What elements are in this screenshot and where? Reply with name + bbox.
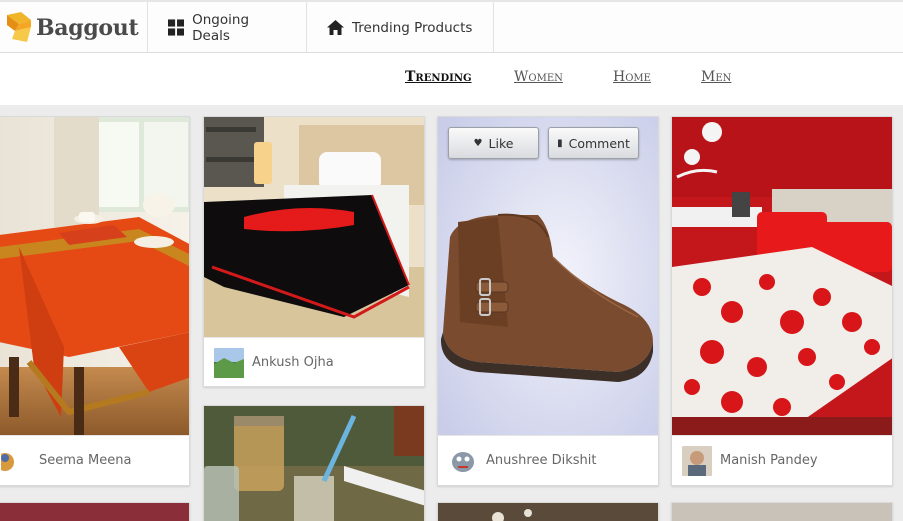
product-image[interactable] bbox=[0, 503, 189, 521]
card-owner[interactable]: Ankush Ojha bbox=[204, 337, 424, 386]
grid-icon bbox=[168, 19, 185, 36]
owner-avatar[interactable] bbox=[214, 347, 244, 378]
nav-ongoing-deals-label: Ongoing Deals bbox=[192, 11, 250, 44]
product-image[interactable] bbox=[672, 117, 892, 435]
product-image[interactable] bbox=[204, 117, 424, 337]
brand-logo[interactable]: Baggout bbox=[4, 8, 139, 48]
product-card[interactable]: Manish Pandey bbox=[671, 116, 893, 486]
owner-avatar[interactable] bbox=[682, 445, 712, 476]
owner-name[interactable]: Ankush Ojha bbox=[252, 355, 334, 370]
card-owner[interactable]: Seema Meena bbox=[0, 435, 189, 485]
category-tabs: Trending Women Home Men bbox=[0, 53, 903, 105]
product-image[interactable] bbox=[438, 117, 658, 435]
like-label: Like bbox=[488, 135, 514, 151]
card-owner[interactable]: Anushree Dikshit bbox=[438, 435, 658, 485]
tab-home[interactable]: Home bbox=[613, 69, 651, 85]
comment-button[interactable]: ▮ Comment bbox=[548, 127, 639, 159]
owner-avatar[interactable] bbox=[448, 445, 478, 476]
like-button[interactable]: ♥ Like bbox=[448, 127, 539, 159]
owner-name[interactable]: Anushree Dikshit bbox=[486, 453, 596, 468]
speech-bubble-icon: ▮ bbox=[557, 137, 563, 149]
product-image[interactable] bbox=[438, 503, 658, 521]
product-card[interactable] bbox=[0, 502, 190, 521]
nav-ongoing-deals[interactable]: Ongoing Deals bbox=[147, 2, 306, 53]
product-card[interactable] bbox=[671, 502, 893, 521]
top-navigation-bar: Baggout Ongoing Deals Trending Products bbox=[0, 0, 903, 53]
tab-women[interactable]: Women bbox=[514, 69, 563, 85]
owner-avatar[interactable] bbox=[1, 445, 31, 476]
baggout-logo-icon bbox=[4, 11, 34, 45]
card-owner[interactable]: Manish Pandey bbox=[672, 435, 892, 485]
tab-trending[interactable]: Trending bbox=[405, 69, 472, 85]
product-image[interactable] bbox=[672, 503, 892, 521]
product-card[interactable]: Ankush Ojha bbox=[203, 116, 425, 387]
home-icon bbox=[327, 20, 344, 35]
product-card[interactable]: Seema Meena bbox=[0, 116, 190, 486]
product-card[interactable] bbox=[437, 502, 659, 521]
owner-name[interactable]: Manish Pandey bbox=[720, 453, 818, 468]
product-feed: Seema Meena Ankush Ojha ♥ Like ▮ Comment… bbox=[0, 105, 903, 521]
product-card[interactable] bbox=[203, 405, 425, 521]
product-image[interactable] bbox=[204, 406, 424, 521]
nav-trending-products-label: Trending Products bbox=[352, 19, 473, 36]
brand-name: Baggout bbox=[36, 15, 139, 41]
owner-name[interactable]: Seema Meena bbox=[39, 453, 131, 468]
nav-trending-products[interactable]: Trending Products bbox=[306, 2, 494, 53]
comment-label: Comment bbox=[568, 135, 630, 151]
tab-men[interactable]: Men bbox=[701, 69, 731, 85]
product-card[interactable]: ♥ Like ▮ Comment Anushree Dikshit bbox=[437, 116, 659, 486]
heart-icon: ♥ bbox=[473, 137, 483, 149]
product-image[interactable] bbox=[0, 117, 189, 435]
